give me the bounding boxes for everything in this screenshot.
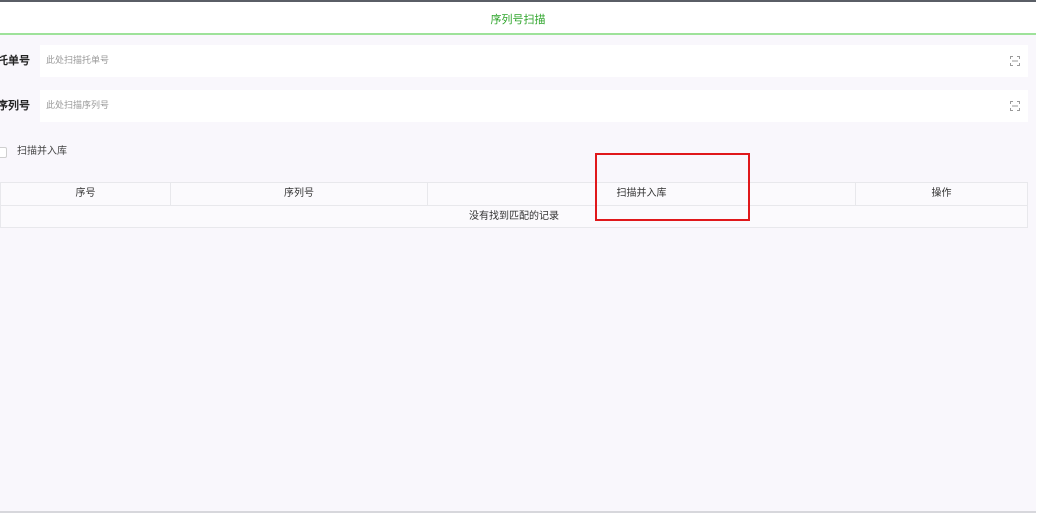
column-header-actions[interactable]: 操作 <box>856 183 1027 205</box>
serial-number-label: 序列号 <box>0 99 30 112</box>
page-title: 序列号扫描 <box>490 13 546 26</box>
scan-and-stock-label: 扫描并入库 <box>17 146 67 157</box>
table-header: 序号 序列号 扫描并入库 操作 <box>1 183 1027 206</box>
right-edge <box>1036 0 1043 513</box>
column-header-serial[interactable]: 序列号 <box>171 183 428 205</box>
serial-number-field[interactable] <box>40 90 1028 122</box>
tracking-number-field[interactable] <box>40 45 1028 77</box>
serial-number-input[interactable] <box>40 90 1000 122</box>
page-header: 序列号扫描 <box>0 2 1036 35</box>
serial-number-row: 序列号 <box>0 90 1028 122</box>
column-header-index[interactable]: 序号 <box>1 183 171 205</box>
tracking-number-input[interactable] <box>40 45 1000 77</box>
scan-and-stock-checkbox[interactable] <box>0 147 7 158</box>
tracking-number-row: 托单号 <box>0 45 1028 77</box>
column-header-scan-stock[interactable]: 扫描并入库 <box>428 183 856 205</box>
tracking-number-label: 托单号 <box>0 54 30 67</box>
scan-icon[interactable] <box>1010 101 1020 111</box>
scan-icon[interactable] <box>1010 56 1020 66</box>
serial-table: 序号 序列号 扫描并入库 操作 没有找到匹配的记录 <box>0 182 1028 228</box>
table-empty-message: 没有找到匹配的记录 <box>469 211 559 222</box>
